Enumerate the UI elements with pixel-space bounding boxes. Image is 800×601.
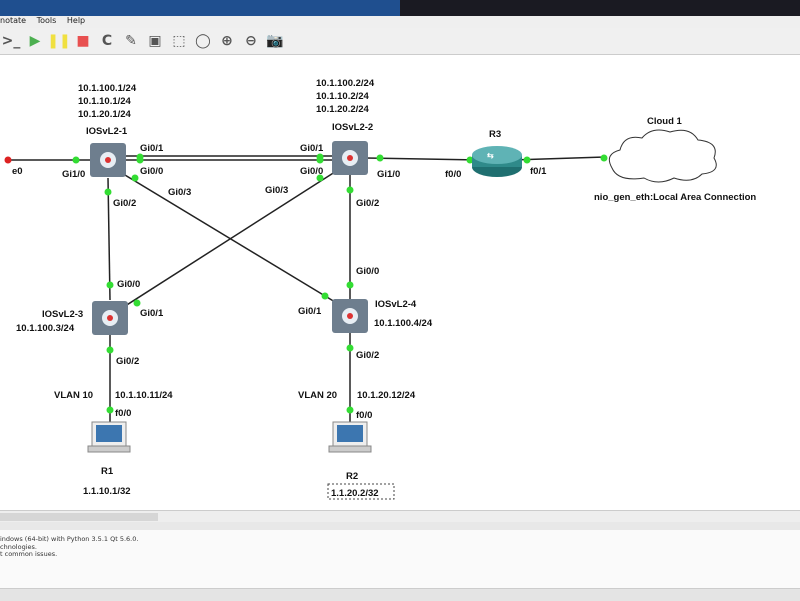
port-label: Gi0/0 (117, 279, 140, 290)
node-label: IOSvL2-3 (42, 309, 83, 320)
address-label: 10.1.10.2/24 (316, 91, 370, 102)
port-indicator (104, 188, 112, 196)
port-indicator (346, 186, 354, 194)
zoom-in-icon[interactable]: ⊕ (218, 32, 236, 50)
switch-iosvl2-3[interactable] (92, 301, 128, 335)
node-label: IOSvL2-1 (86, 126, 128, 137)
port-label: Gi0/1 (300, 143, 324, 154)
console-line: t common issues. (0, 550, 58, 558)
pause-icon[interactable]: ❚❚ (47, 32, 70, 50)
port-label: f0/0 (356, 410, 372, 421)
rectangle-icon[interactable]: ⬚ (170, 32, 188, 50)
console-line: indows (64-bit) with Python 3.5.1 Qt 5.6… (0, 535, 139, 543)
port-label: e0 (12, 166, 23, 177)
address-label: 10.1.10.11/24 (115, 390, 173, 401)
port-label: Gi1/0 (62, 169, 85, 180)
address-label: 10.1.10.1/24 (78, 96, 132, 107)
port-label: f0/0 (445, 169, 461, 180)
switch-iosvl2-1[interactable] (90, 143, 126, 177)
screenshot-icon[interactable]: 📷 (266, 32, 284, 50)
console-line: chnologies. (0, 542, 37, 551)
pc-r1[interactable] (87, 421, 131, 453)
stop-icon[interactable]: ■ (74, 32, 92, 50)
reload-icon[interactable]: C (98, 32, 116, 50)
switch-iosvl2-2[interactable] (332, 141, 368, 175)
port-label: Gi0/2 (356, 350, 379, 361)
port-label: Gi0/3 (168, 187, 191, 198)
ellipse-icon[interactable]: ◯ (194, 32, 212, 50)
menu-bar: notate Tools Help (0, 16, 800, 28)
port-label: Gi0/2 (356, 198, 379, 209)
port-label: Gi1/0 (377, 169, 400, 180)
menu-help[interactable]: Help (67, 16, 85, 25)
menu-annotate[interactable]: notate (0, 16, 26, 25)
node-label: IOSvL2-4 (375, 299, 417, 310)
port-label: Gi0/3 (265, 185, 288, 196)
address-label: 10.1.100.3/24 (16, 323, 75, 334)
port-indicator (316, 156, 324, 164)
console-icon[interactable]: >_ (2, 32, 21, 50)
port-label: Gi0/2 (113, 198, 136, 209)
node-label: Cloud 1 (647, 116, 683, 127)
port-indicator (131, 174, 139, 182)
port-indicator (346, 344, 354, 352)
port-indicator (321, 292, 329, 300)
address-label: 10.1.20.12/24 (357, 390, 416, 401)
port-indicator (106, 406, 114, 414)
pc-r2[interactable] (328, 421, 372, 453)
address-label: 1.1.20.2/32 (331, 488, 379, 499)
port-label: f0/1 (530, 166, 547, 177)
vlan-label: VLAN 10 (54, 390, 93, 401)
port-label: Gi0/0 (140, 166, 163, 177)
node-label: IOSvL2-2 (332, 122, 373, 133)
address-label: 10.1.20.2/24 (316, 104, 370, 115)
port-indicator (346, 406, 354, 414)
port-indicator (136, 156, 144, 164)
port-label: Gi0/1 (140, 143, 164, 154)
cloud-1[interactable] (608, 129, 717, 183)
scrollbar-thumb[interactable] (0, 513, 158, 521)
port-indicator (72, 156, 80, 164)
node-label: R2 (346, 471, 358, 482)
console-panel[interactable]: indows (64-bit) with Python 3.5.1 Qt 5.6… (0, 530, 800, 594)
toolbar: >_ ▶ ❚❚ ■ C ✎ ▣ ⬚ ◯ ⊕ ⊖ 📷 (0, 28, 800, 55)
port-indicator (106, 281, 114, 289)
address-label: 10.1.100.4/24 (374, 318, 433, 329)
address-label: 1.1.10.1/32 (83, 486, 131, 497)
node-label: R1 (101, 466, 114, 477)
port-indicator (4, 156, 12, 164)
port-indicator (346, 281, 354, 289)
link-sw2-sw3[interactable] (121, 169, 339, 309)
interface-label: nio_gen_eth:Local Area Connection (594, 192, 756, 203)
port-label: Gi0/1 (298, 306, 322, 317)
switch-iosvl2-4[interactable] (332, 299, 368, 333)
address-label: 10.1.20.1/24 (78, 109, 132, 120)
svg-text:⇆: ⇆ (487, 151, 494, 160)
address-label: 10.1.100.2/24 (316, 78, 375, 89)
links (8, 155, 606, 425)
port-label: Gi0/0 (356, 266, 379, 277)
image-icon[interactable]: ▣ (146, 32, 164, 50)
address-label: 10.1.100.1/24 (78, 83, 137, 94)
vlan-label: VLAN 20 (298, 390, 337, 401)
title-bar (0, 0, 800, 16)
play-icon[interactable]: ▶ (26, 32, 44, 50)
node-label: R3 (489, 129, 501, 140)
status-bar (0, 588, 800, 601)
note-icon[interactable]: ✎ (122, 32, 140, 50)
port-indicator (133, 299, 141, 307)
port-indicator (376, 154, 384, 162)
port-label: Gi0/0 (300, 166, 323, 177)
topology-canvas[interactable]: ⇆ 10.1.100.1/24 10.1.10.1/24 10.1.20.1/24 I… (0, 55, 800, 510)
console-dock-header (0, 522, 800, 530)
menu-tools[interactable]: Tools (37, 16, 57, 25)
zoom-out-icon[interactable]: ⊖ (242, 32, 260, 50)
port-indicator (106, 346, 114, 354)
port-label: Gi0/2 (116, 356, 139, 367)
port-indicator (523, 156, 531, 164)
port-label: Gi0/1 (140, 308, 164, 319)
router-r3[interactable]: ⇆ (472, 146, 522, 177)
port-label: f0/0 (115, 408, 131, 419)
port-indicator (600, 154, 608, 162)
